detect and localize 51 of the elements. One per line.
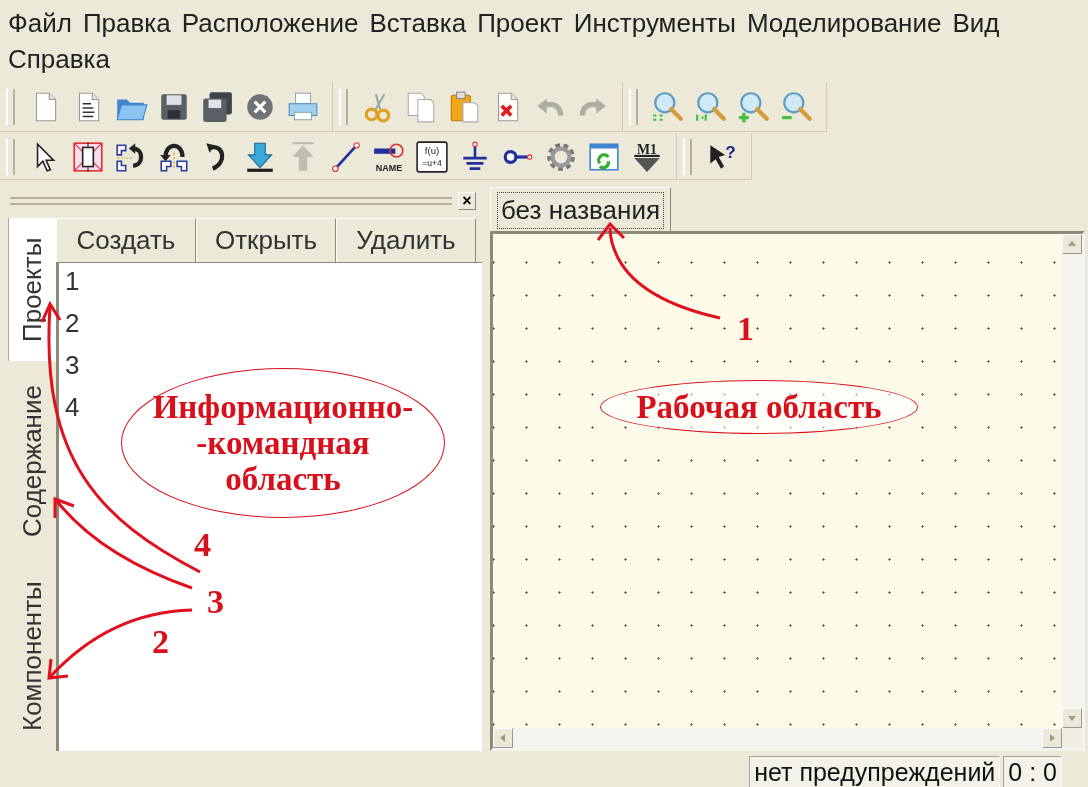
list-item[interactable]: 2	[65, 308, 80, 338]
menu-item[interactable]: Вид	[952, 6, 1000, 42]
triangle-right-icon	[1048, 734, 1056, 742]
panel-grip[interactable]	[10, 197, 452, 205]
callout-number: 3	[207, 585, 224, 619]
menu-item[interactable]: Файл	[8, 6, 72, 42]
menu-item[interactable]: Справка	[8, 42, 110, 78]
side-tab[interactable]: Проекты	[8, 218, 56, 361]
wire-icon[interactable]	[329, 139, 363, 174]
menu-item[interactable]: Моделирование	[746, 6, 942, 42]
panel-button[interactable]: Удалить	[336, 218, 476, 262]
menu-item[interactable]: Проект	[477, 6, 563, 42]
zoom-in-icon[interactable]	[737, 89, 771, 124]
close-button[interactable]: ×	[458, 192, 476, 210]
menu-item[interactable]: Вставка	[369, 6, 467, 42]
panel-button[interactable]: Открыть	[196, 218, 336, 262]
toolbar-grip[interactable]	[6, 88, 15, 125]
scroll-down-button[interactable]	[1062, 708, 1082, 728]
menu-item[interactable]: Инструменты	[573, 6, 736, 42]
floppy-disks-icon[interactable]	[200, 89, 234, 124]
triangle-down-icon	[1068, 714, 1076, 722]
list-item[interactable]: 1	[65, 266, 80, 296]
callout-label: Информационно- -командная область	[121, 368, 445, 518]
horizontal-scrollbar[interactable]	[493, 728, 1062, 748]
scroll-up-button[interactable]	[1062, 234, 1082, 254]
panel-button[interactable]: Создать	[56, 218, 196, 262]
callout-number: 1	[737, 312, 754, 346]
component-icon[interactable]	[71, 139, 105, 174]
toolbar-grip[interactable]	[629, 88, 638, 125]
status-message: нет предупреждений	[749, 756, 1001, 787]
cursor-position: 0 : 0	[1003, 756, 1062, 787]
function-block-icon[interactable]: f(u) =u+4	[415, 139, 449, 174]
scroll-left-button[interactable]	[493, 728, 513, 748]
menu-item[interactable]: Расположение	[181, 6, 359, 42]
list-item[interactable]: 4	[65, 392, 80, 422]
menu-item[interactable]: Правка	[82, 6, 171, 42]
vertical-scrollbar[interactable]	[1062, 234, 1082, 728]
document-tab[interactable]: без названия	[490, 187, 672, 231]
callout-number: 4	[194, 528, 211, 562]
scroll-right-button[interactable]	[1042, 728, 1062, 748]
toolbar-grip[interactable]	[6, 138, 15, 175]
toolbar-grip[interactable]	[339, 88, 348, 125]
zoom-fit-icon[interactable]	[651, 89, 685, 124]
list-item[interactable]: 3	[65, 350, 80, 380]
toolbar-grip[interactable]	[683, 138, 692, 175]
triangle-up-icon	[1068, 240, 1076, 248]
triangle-left-icon	[499, 734, 507, 742]
zoom-out-icon[interactable]	[780, 89, 814, 124]
callout-label: Рабочая область	[600, 380, 918, 434]
zoom-actual-icon[interactable]	[694, 89, 728, 124]
callout-number: 2	[152, 625, 169, 659]
